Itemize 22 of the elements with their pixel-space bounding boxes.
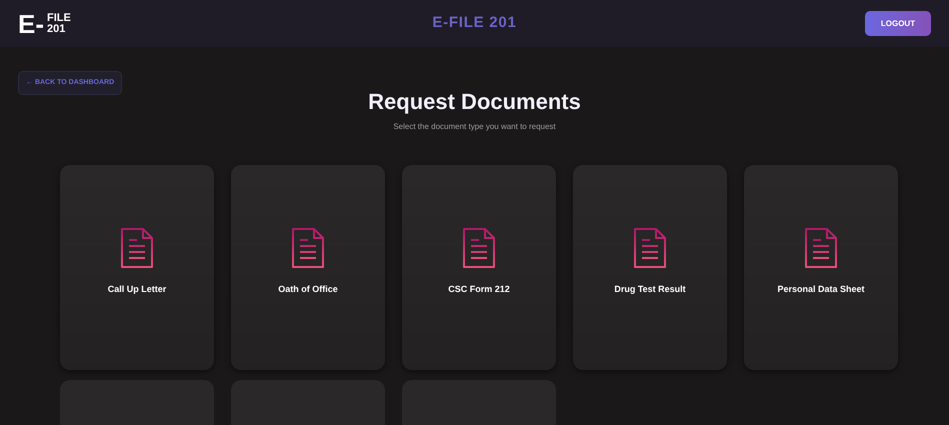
document-icon	[804, 227, 838, 269]
app-title: E-FILE 201	[432, 13, 517, 34]
document-card[interactable]: CSC Form 212	[402, 165, 556, 370]
logo-text: 201	[47, 24, 66, 34]
page-subtitle: Select the document type you want to request	[393, 121, 556, 133]
document-icon	[462, 227, 496, 269]
logo-text: FILE	[47, 12, 71, 24]
document-label: CSC Form 212	[448, 283, 510, 296]
document-card[interactable]: Personal Data Sheet	[744, 165, 898, 370]
page-title: Request Documents	[368, 91, 581, 113]
document-card[interactable]: Oath of Office	[231, 165, 385, 370]
document-icon	[291, 227, 325, 269]
document-label: Drug Test Result	[614, 283, 686, 296]
document-label: Personal Data Sheet	[777, 283, 865, 296]
document-label: Call Up Letter	[108, 283, 166, 296]
document-card[interactable]: Drug Test Result	[573, 165, 727, 370]
document-icon	[120, 227, 154, 269]
logout-button[interactable]: LOGOUT	[864, 11, 931, 36]
logo-letter: E-	[18, 10, 44, 36]
document-card[interactable]: Call Up Letter	[60, 165, 214, 370]
document-label: Oath of Office	[278, 283, 338, 296]
document-icon	[633, 227, 667, 269]
